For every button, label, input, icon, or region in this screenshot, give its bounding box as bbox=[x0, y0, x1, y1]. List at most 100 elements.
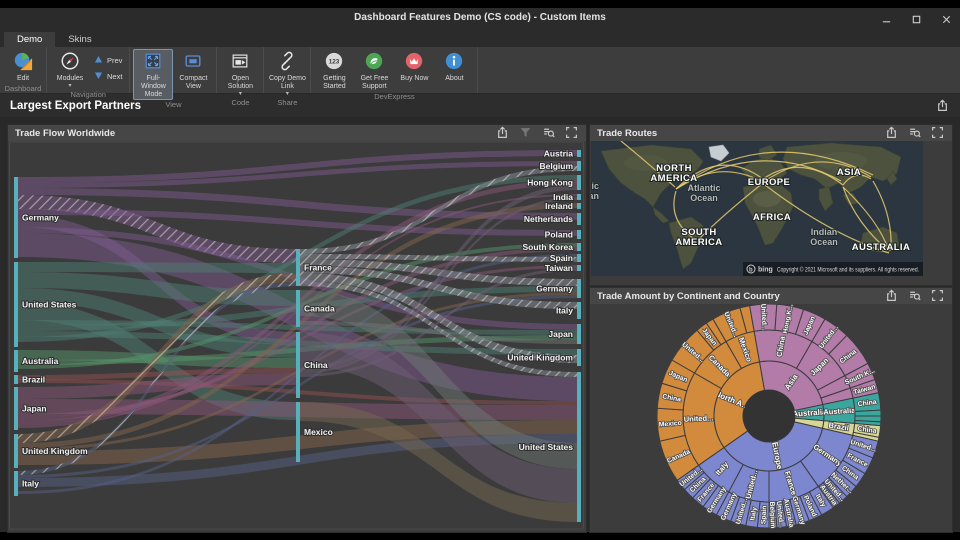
sankey-node-united-kingdom-r[interactable] bbox=[577, 349, 581, 366]
clear-master-filter-icon[interactable] bbox=[519, 126, 533, 140]
sankey-node-taiwan-r[interactable] bbox=[577, 265, 581, 271]
sankey-node-brazil[interactable] bbox=[14, 375, 18, 384]
sankey-node-canada[interactable] bbox=[296, 290, 300, 327]
sankey-node-label: Ireland bbox=[545, 201, 573, 211]
sankey-node-poland-r[interactable] bbox=[577, 230, 581, 239]
trade-amount-sunburst-chart[interactable]: AsiaAustraliaEuropeNorth A...ChinaJapanA… bbox=[591, 304, 951, 530]
gettingstarted-icon: 123 bbox=[324, 51, 344, 75]
sunburst-segment-unlabeled[interactable] bbox=[855, 410, 881, 416]
map-label-africa: AFRICA bbox=[753, 212, 791, 223]
maximize-panel-icon[interactable] bbox=[931, 289, 945, 303]
sankey-node-mexico[interactable] bbox=[296, 402, 300, 462]
sankey-node-label: Poland bbox=[545, 230, 573, 240]
ribbon-button-label: Open Solution bbox=[221, 75, 259, 91]
panel-trade-amount: Trade Amount by Continent and Country As… bbox=[590, 288, 952, 532]
sankey-node-label: Hong Kong bbox=[527, 178, 573, 188]
sankey-node-netherlands-r[interactable] bbox=[577, 213, 581, 225]
sankey-node-label: United States bbox=[22, 300, 77, 310]
ribbon-button-getting-started[interactable]: 123Getting Started bbox=[314, 49, 354, 92]
sankey-node-united-states-r[interactable] bbox=[577, 372, 581, 522]
panel-caption-trade-amount: Trade Amount by Continent and Country bbox=[590, 288, 952, 304]
panel-title: Trade Amount by Continent and Country bbox=[597, 291, 780, 302]
ribbon-group-devexpress: 123Getting StartedGet Free SupportBuy No… bbox=[311, 47, 478, 93]
ribbon-group-label: Code bbox=[220, 98, 260, 109]
sankey-node-india-r[interactable] bbox=[577, 194, 581, 200]
export-icon[interactable] bbox=[496, 126, 510, 140]
sankey-node-italy[interactable] bbox=[14, 471, 18, 496]
sankey-node-united-kingdom[interactable] bbox=[14, 434, 18, 468]
inspect-data-icon[interactable] bbox=[908, 126, 922, 140]
sankey-node-germany[interactable] bbox=[14, 177, 18, 258]
sankey-node-spain-r[interactable] bbox=[577, 254, 581, 262]
sankey-node-label: Germany bbox=[536, 284, 573, 294]
maximize-panel-icon[interactable] bbox=[565, 126, 579, 140]
titlebar: Dashboard Features Demo (CS code) - Cust… bbox=[0, 8, 960, 30]
bing-logo-icon: b bbox=[749, 268, 753, 274]
ribbon-tab-bar: Demo Skins bbox=[0, 30, 960, 47]
opensolution-icon bbox=[230, 51, 250, 75]
sankey-node-ireland-r[interactable] bbox=[577, 203, 581, 209]
ribbon-button-prev[interactable]: Prev bbox=[94, 55, 122, 66]
edit-icon bbox=[13, 51, 33, 75]
sankey-node-united-states[interactable] bbox=[14, 262, 18, 347]
ribbon-button-label: Prev bbox=[107, 56, 122, 65]
ribbon-button-label: Modules bbox=[57, 75, 83, 83]
sankey-node-south-korea-r[interactable] bbox=[577, 243, 581, 251]
bing-logo-text: bing bbox=[758, 267, 773, 274]
map-copyright: Copyright © 2021 Microsoft and its suppl… bbox=[777, 267, 919, 274]
sankey-node-australia[interactable] bbox=[14, 350, 18, 372]
sankey-node-label: United Kingdom bbox=[507, 353, 573, 363]
ribbon-button-compact-view[interactable]: Compact View bbox=[173, 49, 213, 92]
inspect-data-icon[interactable] bbox=[542, 126, 556, 140]
close-icon[interactable] bbox=[938, 11, 954, 27]
sankey-node-label: Taiwan bbox=[545, 263, 573, 273]
sankey-node-japan[interactable] bbox=[14, 387, 18, 430]
map-label-atlantic-ocean: Atlantic bbox=[687, 183, 720, 193]
dropdown-arrow-icon: ▾ bbox=[239, 91, 242, 97]
export-icon[interactable] bbox=[885, 289, 899, 303]
sankey-node-china[interactable] bbox=[296, 332, 300, 398]
panel-title: Trade Routes bbox=[597, 128, 657, 139]
sankey-node-hong-kong-r[interactable] bbox=[577, 175, 581, 190]
maximize-icon[interactable] bbox=[908, 11, 924, 27]
ribbon-button-buy-now[interactable]: Buy Now bbox=[394, 49, 434, 84]
tab-skins[interactable]: Skins bbox=[55, 32, 104, 47]
sunburst-segment-label: United... bbox=[684, 413, 714, 423]
maximize-panel-icon[interactable] bbox=[931, 126, 945, 140]
sankey-node-austria-r[interactable] bbox=[577, 150, 581, 157]
tab-demo[interactable]: Demo bbox=[4, 32, 55, 47]
sankey-node-label: China bbox=[304, 360, 328, 370]
sankey-node-belgium-r[interactable] bbox=[577, 161, 581, 171]
inspect-data-icon[interactable] bbox=[908, 289, 922, 303]
ribbon-button-about[interactable]: About bbox=[434, 49, 474, 84]
sankey-node-france[interactable] bbox=[296, 249, 300, 286]
ribbon-button-modules[interactable]: Modules▾ bbox=[50, 49, 90, 90]
ribbon-button-full-window-mode[interactable]: Full-Window Mode bbox=[133, 49, 173, 100]
support-icon bbox=[364, 51, 384, 75]
map-label-atlantic-ocean: Ocean bbox=[690, 193, 718, 203]
ribbon-button-copy-demo-link[interactable]: Copy Demo Link▾ bbox=[267, 49, 307, 98]
sankey-node-label: Mexico bbox=[304, 427, 333, 437]
ribbon-button-open-solution[interactable]: Open Solution▾ bbox=[220, 49, 260, 98]
ribbon-button-edit[interactable]: Edit bbox=[3, 49, 43, 84]
panel-title: Trade Flow Worldwide bbox=[15, 128, 115, 139]
sankey-node-italy-r[interactable] bbox=[577, 302, 581, 319]
sankey-node-label: Spain bbox=[550, 253, 573, 263]
sankey-node-label: Japan bbox=[22, 404, 47, 414]
sankey-node-label: Australia bbox=[22, 356, 59, 366]
export-icon[interactable] bbox=[885, 126, 899, 140]
export-icon[interactable] bbox=[936, 99, 950, 113]
sankey-node-germany-r[interactable] bbox=[577, 279, 581, 298]
map-label-indian-ocean: Indian bbox=[811, 227, 838, 237]
ribbon-group-label: Share bbox=[267, 98, 307, 109]
copylink-icon bbox=[277, 51, 297, 75]
minimize-icon[interactable] bbox=[878, 11, 894, 27]
trade-flow-sankey-chart[interactable]: GermanyUnited StatesAustraliaBrazilJapan… bbox=[9, 141, 585, 531]
sankey-link-united-states-france[interactable] bbox=[18, 262, 296, 273]
sankey-node-japan-r[interactable] bbox=[577, 324, 581, 344]
svg-text:123: 123 bbox=[329, 58, 340, 65]
trade-routes-map[interactable]: NORTHAMERICAEUROPEASIAAFRICASOUTHAMERICA… bbox=[591, 141, 923, 276]
about-icon bbox=[444, 51, 464, 75]
ribbon-button-next[interactable]: Next bbox=[94, 71, 122, 82]
ribbon-button-get-free-support[interactable]: Get Free Support bbox=[354, 49, 394, 92]
